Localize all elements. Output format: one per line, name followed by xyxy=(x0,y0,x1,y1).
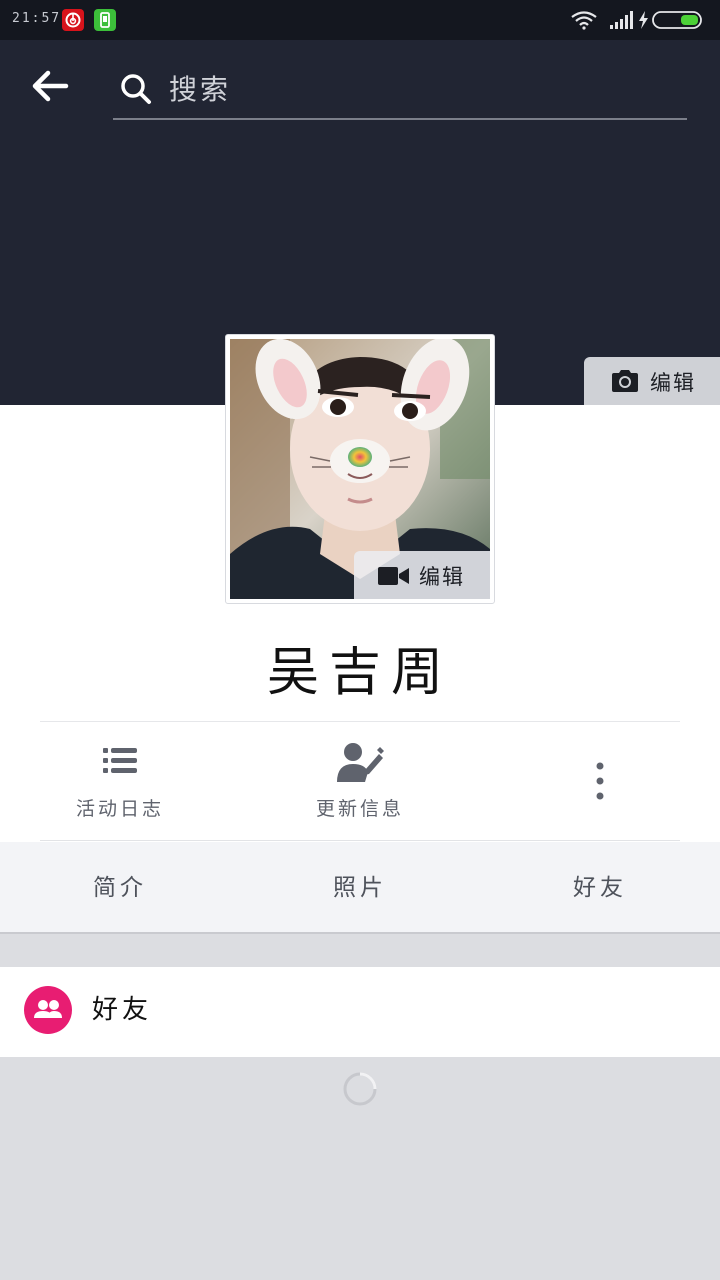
more-vertical-icon xyxy=(596,762,604,800)
search-input[interactable] xyxy=(169,68,669,110)
update-info-button[interactable]: 更新信息 xyxy=(280,740,440,826)
charging-icon xyxy=(639,11,648,29)
friends-icon xyxy=(24,986,72,1034)
avatar-edit-button[interactable]: 编辑 xyxy=(354,551,490,599)
phone-manager-icon xyxy=(94,9,116,31)
wifi-icon xyxy=(571,11,597,30)
back-button[interactable] xyxy=(30,68,80,108)
camera-icon xyxy=(612,370,638,392)
friends-section-header[interactable]: 好友 xyxy=(0,967,720,1057)
tab-photos[interactable]: 照片 xyxy=(240,842,480,934)
search-icon xyxy=(121,74,151,104)
more-options-button[interactable] xyxy=(580,756,620,806)
status-time: 21:57 xyxy=(12,11,62,26)
loading-spinner-icon xyxy=(343,1072,377,1106)
status-indicators xyxy=(571,11,702,30)
profile-name: 吴吉周 xyxy=(266,643,453,703)
divider xyxy=(40,840,680,841)
avatar-photo: 编辑 xyxy=(230,339,490,599)
battery-icon xyxy=(652,11,702,29)
status-bar: 21:57 xyxy=(0,0,720,40)
avatar-edit-label: 编辑 xyxy=(419,565,465,589)
signal-icon xyxy=(610,11,633,29)
friends-section-label: 好友 xyxy=(92,995,153,1025)
list-icon xyxy=(103,748,137,773)
cover-edit-button[interactable]: 编辑 xyxy=(584,357,720,405)
cover-edit-label: 编辑 xyxy=(650,371,696,395)
back-arrow-icon xyxy=(32,70,69,102)
tab-intro[interactable]: 简介 xyxy=(0,842,240,934)
activity-log-button[interactable]: 活动日志 xyxy=(40,740,200,826)
edit-profile-icon xyxy=(337,743,384,782)
video-camera-icon xyxy=(378,567,409,585)
netease-music-icon xyxy=(62,9,84,31)
tab-friends[interactable]: 好友 xyxy=(480,842,720,934)
search-bar[interactable] xyxy=(113,60,687,120)
profile-avatar[interactable]: 编辑 xyxy=(225,334,495,604)
divider xyxy=(40,721,680,722)
profile-tabs: 简介 照片 好友 xyxy=(0,842,720,934)
update-info-label: 更新信息 xyxy=(315,798,404,820)
activity-log-label: 活动日志 xyxy=(75,798,164,820)
